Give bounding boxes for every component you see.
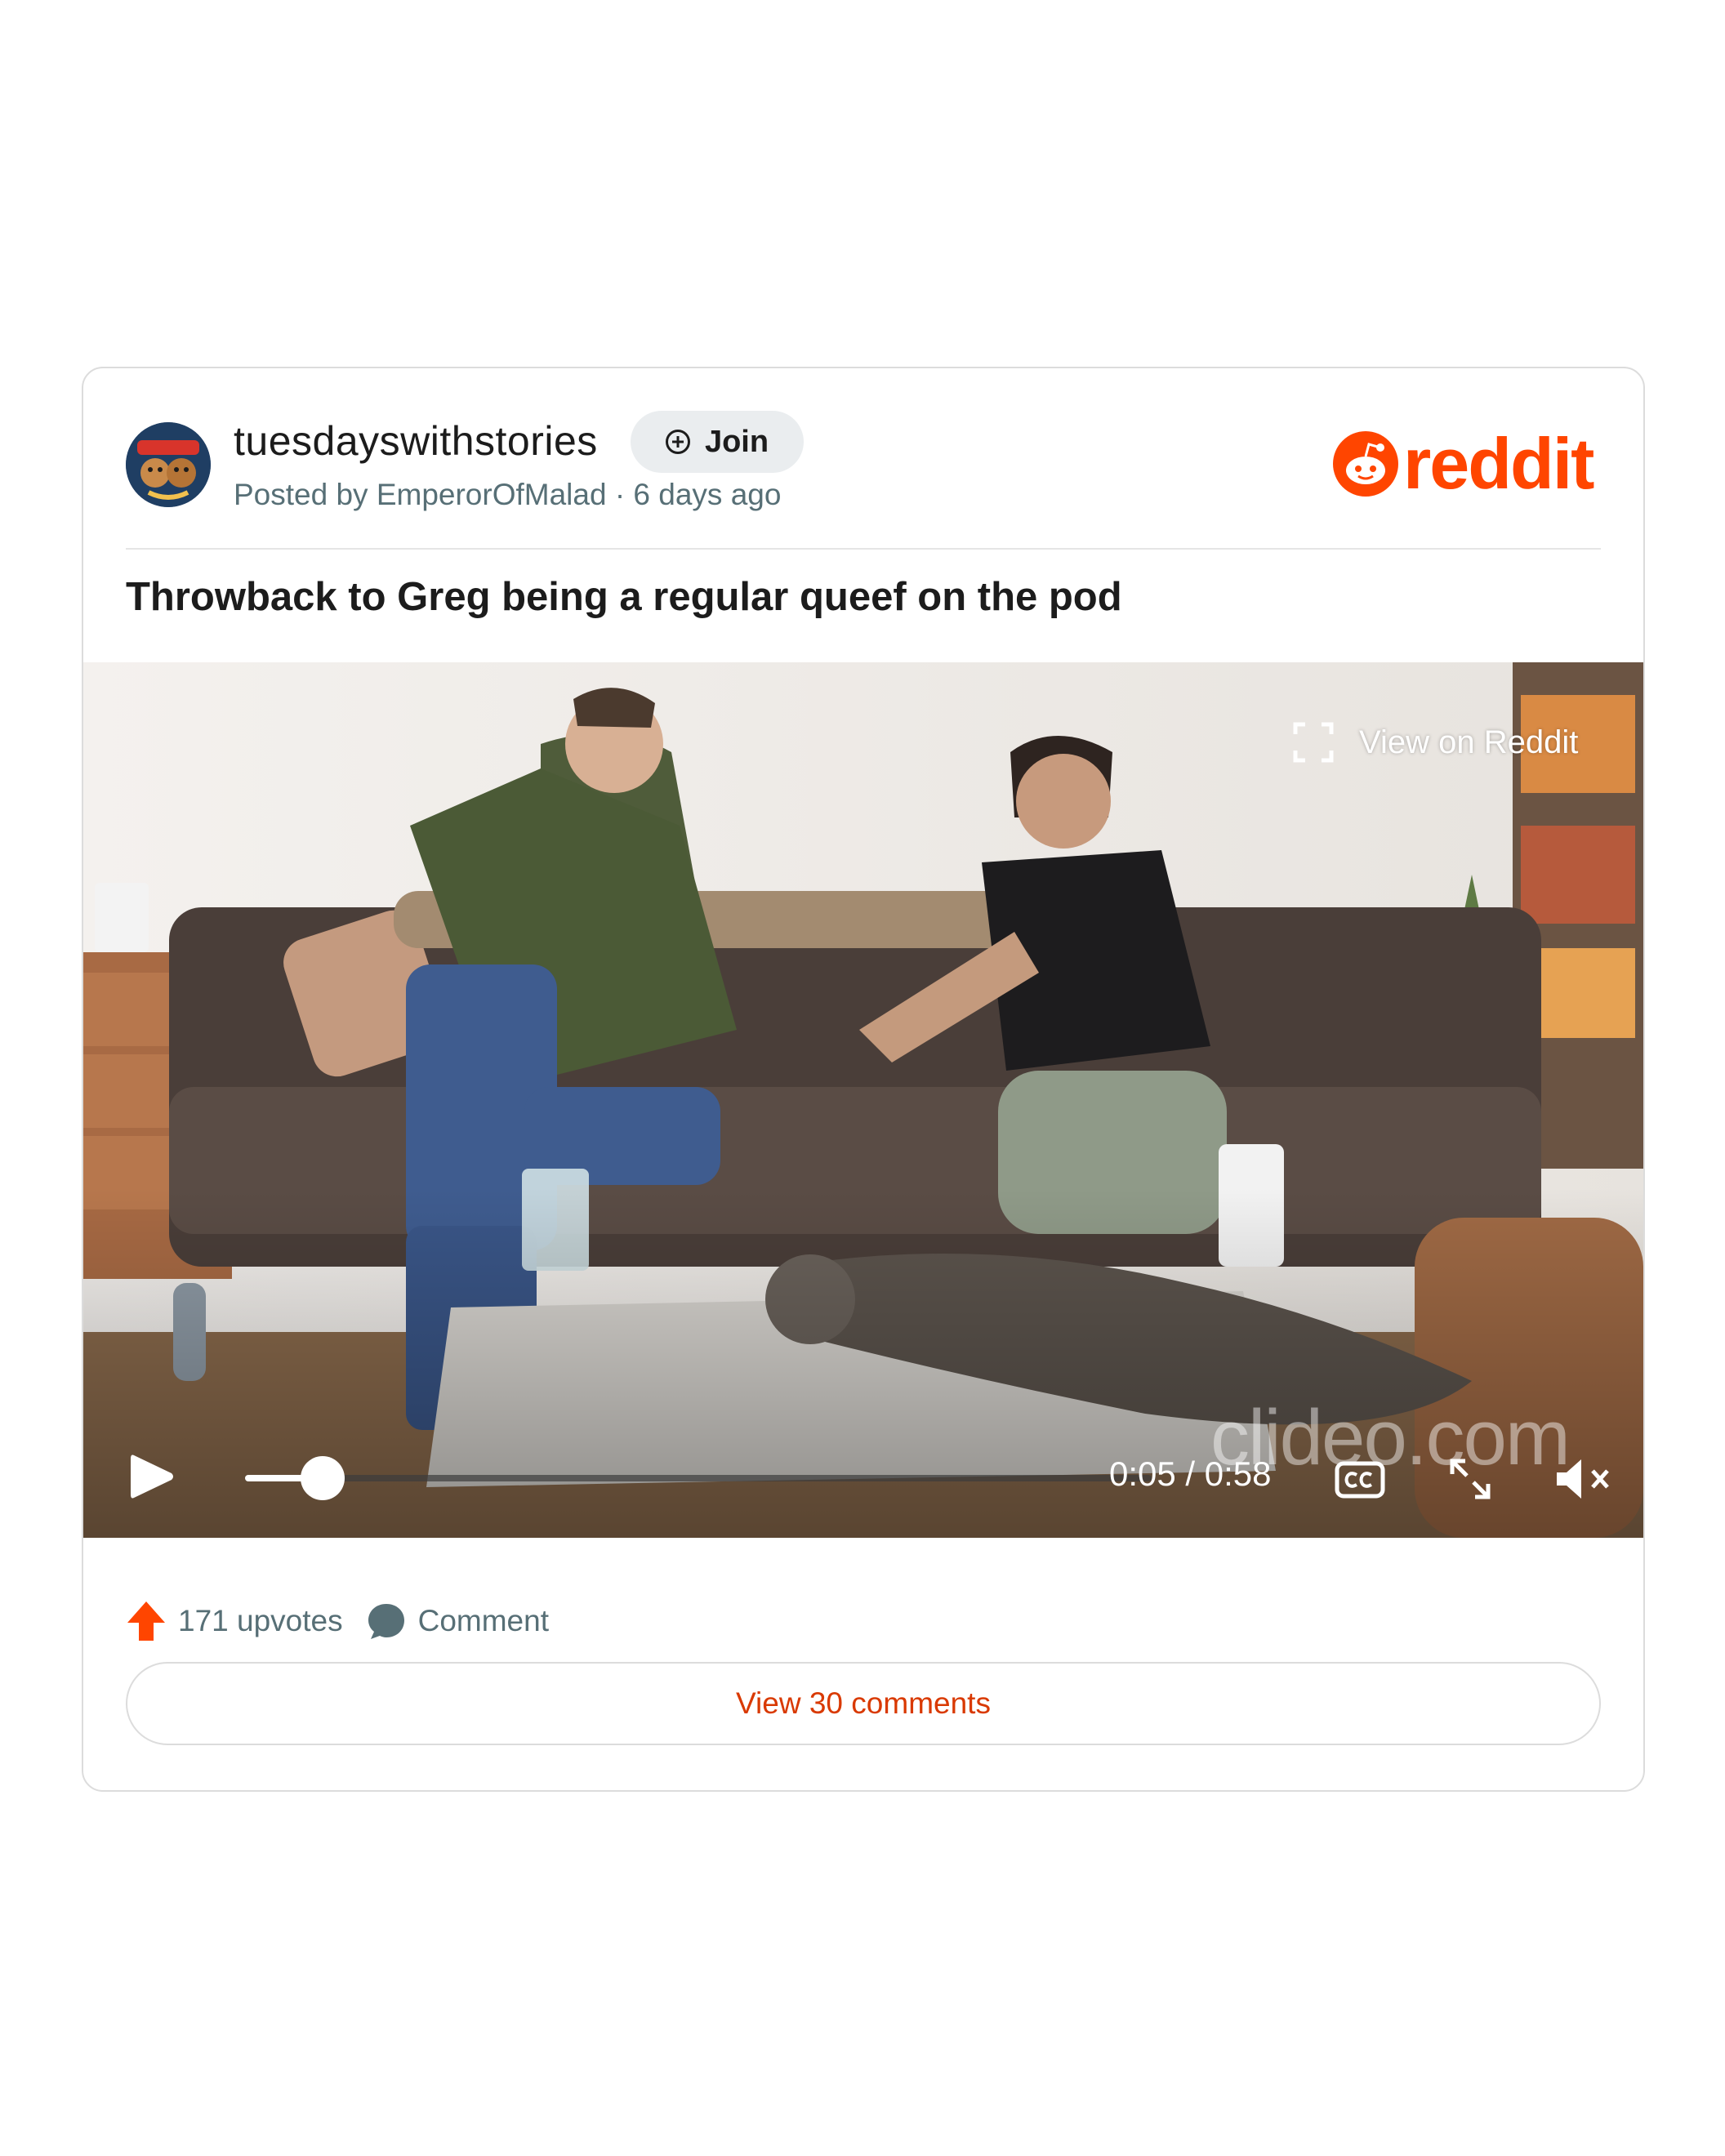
reddit-logo[interactable]: reddit: [1333, 427, 1611, 501]
scrubber-handle[interactable]: [301, 1456, 345, 1500]
play-icon[interactable]: [129, 1452, 175, 1501]
scrubber-track[interactable]: [245, 1475, 1152, 1481]
upvote-icon[interactable]: [126, 1600, 167, 1642]
join-label: Join: [704, 424, 769, 459]
plus-icon: [665, 430, 690, 454]
video-player[interactable]: View on Reddit clideo.com 0:05 / 0:58: [83, 662, 1643, 1538]
header-divider: [126, 548, 1601, 550]
join-button[interactable]: Join: [631, 411, 804, 473]
comment-bubble-icon[interactable]: [366, 1601, 407, 1642]
expand-frame-icon: [1293, 722, 1334, 763]
fullscreen-icon[interactable]: [1447, 1456, 1493, 1502]
post-meta: Posted by EmperorOfMalad · 6 days ago: [234, 478, 782, 511]
post-actions: 171 upvotes Comment: [126, 1600, 549, 1642]
muted-volume-icon[interactable]: [1553, 1456, 1614, 1502]
view-comments-button[interactable]: View 30 comments: [126, 1662, 1601, 1745]
subreddit-name[interactable]: tuesdayswithstories: [234, 417, 598, 465]
snoo-icon: [1333, 431, 1398, 497]
comment-label[interactable]: Comment: [418, 1604, 549, 1638]
view-on-reddit-label: View on Reddit: [1359, 724, 1579, 760]
closed-captions-icon[interactable]: [1335, 1461, 1385, 1499]
post-title[interactable]: Throwback to Greg being a regular queef …: [126, 574, 1122, 620]
reddit-embed-card: tuesdayswithstories Join Posted by Emper…: [82, 367, 1645, 1792]
video-controls: 0:05 / 0:58: [83, 1415, 1643, 1538]
reddit-wordmark: reddit: [1403, 423, 1594, 504]
upvote-count: 171 upvotes: [178, 1604, 343, 1637]
video-time: 0:05 / 0:58: [1109, 1454, 1272, 1493]
view-on-reddit-link[interactable]: View on Reddit: [1292, 721, 1578, 764]
subreddit-avatar[interactable]: [126, 422, 211, 507]
